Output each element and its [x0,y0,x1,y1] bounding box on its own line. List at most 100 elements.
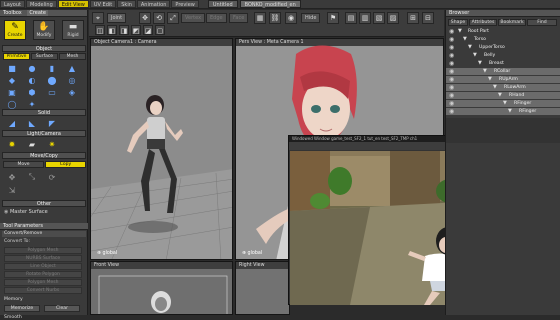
eye-icon[interactable]: ◉ [449,100,454,107]
uv-icon[interactable]: ▦ [254,12,266,24]
move-d-icon[interactable]: ⇲ [6,185,18,195]
tab-find[interactable]: Find [527,19,557,26]
eye-icon[interactable]: ◉ [449,60,454,67]
tree-item-rhand[interactable]: ◉ ▼ RHand [446,92,560,99]
tree-item-rfinger-2[interactable]: ◉ ▼ RFinger [446,108,560,115]
move-c-icon[interactable]: ⟳ [46,172,58,182]
tree-item-ruparm[interactable]: ◉ ▼ RUpArm [446,76,560,83]
solid-section[interactable]: Solid [2,109,86,116]
drop-icon[interactable]: ◐ [26,75,38,85]
solid-b-icon[interactable]: ◣ [26,118,38,128]
layout-a-icon[interactable]: ⊞ [407,12,419,24]
tree-item-root-part[interactable]: ◉ ▼ Root Part [446,28,560,35]
solid-a-icon[interactable]: ◢ [6,118,18,128]
master-surface-item[interactable]: ◉ Master Surface [4,209,48,215]
doc-tab-bonko[interactable]: BONKO_modified_en [239,0,301,8]
eye-icon[interactable]: ◉ [449,84,454,91]
expand-icon[interactable]: ▼ [488,76,492,83]
hide-button[interactable]: Hide [301,13,321,23]
tab-bookmark[interactable]: Bookmark [498,19,526,26]
rotate-tool-icon[interactable]: ⟲ [153,12,165,24]
light-camera-section[interactable]: Light/Camera [2,130,86,137]
solid-c-icon[interactable]: ◤ [46,118,58,128]
line-icon[interactable]: ▭ [46,87,58,97]
scale-tool-icon[interactable]: ⤢ [167,12,179,24]
expand-icon[interactable]: ▼ [473,52,477,59]
light-icon[interactable]: ✹ [6,139,18,149]
camera-icon[interactable]: ▰ [26,139,38,149]
convert-btn-4[interactable]: Rotate Polygon [4,271,82,278]
eye-toggle-icon[interactable]: ◉ [285,12,297,24]
disc-icon[interactable]: ⬤ [46,75,58,85]
clear-button[interactable]: Clear [44,305,80,312]
grid-c-icon[interactable]: ▧ [373,12,385,24]
move-tool-icon[interactable]: ✥ [139,12,151,24]
sphere-icon[interactable]: ● [26,63,38,73]
grid-a-icon[interactable]: ▤ [345,12,357,24]
tab-shape[interactable]: Shape [448,19,468,26]
eye-icon[interactable]: ◉ [449,44,454,51]
object-section[interactable]: Object [2,45,86,52]
edge-button[interactable]: Edge [206,13,227,23]
tree-item-uppertorso[interactable]: ◉ ▼ UpperTorso [446,44,560,51]
view-icon-3[interactable]: ◨ [119,25,129,35]
tab-skin[interactable]: Skin [117,0,136,8]
tab-edit-view[interactable]: Edit View [57,0,89,8]
tab-animation[interactable]: Animation [136,0,171,8]
tree-item-rcollar[interactable]: ◉ ▼ RCollar [446,68,560,75]
convert-btn-6[interactable]: Convert Nurbs [4,287,82,294]
tab-modeling[interactable]: Modeling [26,0,57,8]
eye-icon[interactable]: ◉ [449,108,454,115]
joint-button[interactable]: Joint [107,13,127,23]
tree-item-belly[interactable]: ◉ ▼ Belly [446,52,560,59]
eye-icon[interactable]: ◉ [449,92,454,99]
other-section[interactable]: Other [2,200,86,207]
convert-remove-head[interactable]: Convert/Remove [2,231,86,237]
filter-icon[interactable]: ⚑ [327,12,339,24]
star-icon[interactable]: ✦ [26,99,38,109]
text-icon[interactable]: ◈ [66,87,78,97]
expand-icon[interactable]: ▼ [463,36,467,43]
expand-icon[interactable]: ▼ [458,28,462,35]
link-icon[interactable]: ⛓ [269,12,281,24]
view-icon-1[interactable]: ◫ [95,25,105,35]
tab-surface[interactable]: Surface [31,53,58,60]
tree-item-breast[interactable]: ◉ ▼ Breast [446,60,560,67]
expand-icon[interactable]: ▼ [508,108,512,115]
tab-mesh[interactable]: Mesh [59,53,86,60]
box-icon[interactable]: ▣ [6,87,18,97]
move-a-icon[interactable]: ✥ [6,172,18,182]
eye-icon[interactable]: ◉ [449,36,454,43]
grid-b-icon[interactable]: ▥ [359,12,371,24]
tree-item-rlowarm[interactable]: ◉ ▼ RLowArm [446,84,560,91]
cone-icon[interactable]: ▲ [66,63,78,73]
face-button[interactable]: Face [229,13,249,23]
layout-b-icon[interactable]: ⊟ [422,12,434,24]
convert-btn-3[interactable]: Line Object [4,263,82,270]
ring-icon[interactable]: ◯ [6,99,18,109]
tab-layout[interactable]: Layout [0,0,25,8]
cylinder-icon[interactable]: ▮ [46,63,58,73]
eye-icon[interactable]: ◉ [449,52,454,59]
doc-tab-untitled[interactable]: Untitled [207,0,238,8]
move-b-icon[interactable]: ⤡ [26,172,38,182]
memorize-button[interactable]: Memorize [4,305,40,312]
view-icon-5[interactable]: ◪ [143,25,153,35]
expand-icon[interactable]: ▼ [478,60,482,67]
viewport-object-camera[interactable]: Object Camera1 : Camera ⊕ global [90,38,233,260]
select-icon[interactable]: ⌖ [92,12,104,24]
create-tab[interactable]: Create [27,10,48,16]
expand-icon[interactable]: ▼ [498,92,502,99]
viewport-front[interactable]: Front View [90,261,233,315]
tab-preview[interactable]: Preview [171,0,199,8]
expand-icon[interactable]: ▼ [503,100,507,107]
tab-uv-edit[interactable]: UV Edit [89,0,117,8]
view-icon-2[interactable]: ◧ [107,25,117,35]
tab-primitive[interactable]: Primitive [3,53,30,60]
tab-copy[interactable]: Copy [45,161,86,168]
convert-btn-5[interactable]: Polygon Mesh [4,279,82,286]
move-copy-section[interactable]: Move/Copy [2,152,86,159]
eye-icon[interactable]: ◉ [449,68,454,75]
eye-icon[interactable]: ◉ [449,76,454,83]
cube-icon[interactable]: ■ [6,63,18,73]
